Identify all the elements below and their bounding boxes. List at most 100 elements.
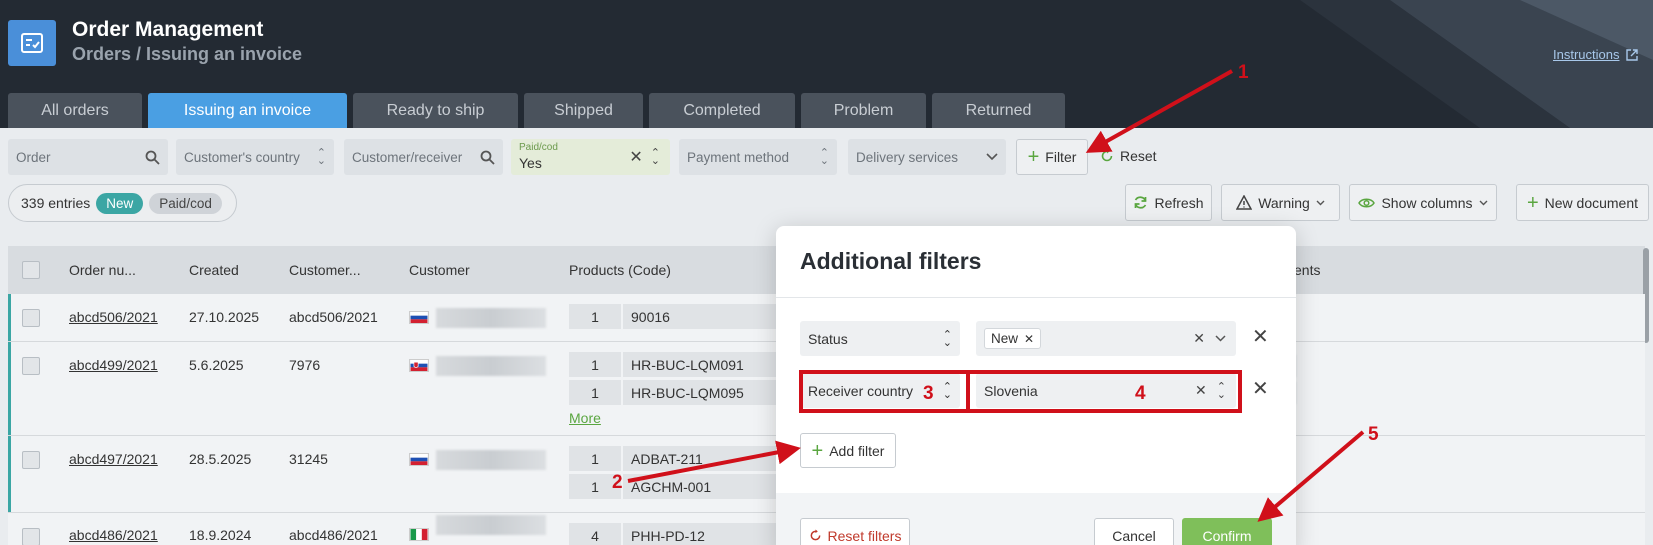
customer-number: 7976 — [289, 357, 321, 373]
redacted-customer — [436, 450, 546, 470]
cancel-button[interactable]: Cancel — [1094, 518, 1174, 545]
annotation-number-1: 1 — [1238, 62, 1249, 83]
plus-icon: + — [811, 439, 824, 462]
redacted-customer — [436, 515, 546, 535]
created-date: 27.10.2025 — [189, 309, 260, 325]
reset-button-label: Reset — [1120, 148, 1157, 164]
tab-shipped[interactable]: Shipped — [524, 93, 643, 128]
chip-paid-cod[interactable]: Paid/cod — [149, 192, 222, 214]
tab-problem[interactable]: Problem — [801, 93, 926, 128]
modal-divider — [776, 297, 1296, 298]
refresh-label: Refresh — [1154, 194, 1204, 211]
slovenia-flag-icon — [409, 453, 429, 466]
product-quantity: 1 — [569, 446, 621, 471]
row-checkbox[interactable] — [22, 357, 40, 375]
reset-filters-label: Reset filters — [827, 527, 902, 544]
tab-returned[interactable]: Returned — [932, 93, 1065, 128]
highlight-receiver-country-row — [799, 370, 1242, 413]
annotation-number-4: 4 — [1135, 383, 1146, 404]
remove-tag-icon[interactable]: ✕ — [1024, 332, 1034, 346]
created-date: 5.6.2025 — [189, 357, 244, 373]
status-field-label: Status — [808, 330, 848, 347]
row-checkbox[interactable] — [22, 309, 40, 327]
order-number-link[interactable]: abcd499/2021 — [69, 357, 158, 373]
value-tag-new: New ✕ — [984, 328, 1042, 349]
highlight-divider — [966, 370, 970, 413]
paid-cod-select[interactable]: Paid/cod Yes ✕ ⌃ ⌄ — [511, 139, 670, 175]
filter-button-label: Filter — [1045, 149, 1077, 165]
product-quantity: 4 — [569, 523, 621, 545]
payment-method-label: Payment method — [687, 149, 790, 165]
column-comments[interactable]: ents — [1294, 262, 1320, 278]
instructions-label: Instructions — [1553, 47, 1620, 62]
chevron-down-icon — [1479, 200, 1488, 205]
remove-filter-row-icon[interactable]: ✕ — [1252, 376, 1269, 401]
row-checkbox[interactable] — [22, 451, 40, 469]
more-products-link[interactable]: More — [569, 410, 601, 426]
payment-method-select[interactable]: Payment method ⌃ ⌄ — [679, 139, 837, 175]
reset-button[interactable]: Reset — [1100, 148, 1157, 164]
updown-icon: ⌃ ⌄ — [316, 147, 326, 167]
updown-icon: ⌃ ⌄ — [650, 147, 660, 167]
reset-icon — [1101, 149, 1113, 162]
show-columns-dropdown[interactable]: Show columns — [1349, 184, 1497, 221]
modal-footer: Reset filters Cancel Confirm — [776, 493, 1296, 545]
refresh-button[interactable]: Refresh — [1125, 184, 1212, 221]
status-field-select[interactable]: Status ⌃ ⌄ — [800, 321, 960, 356]
clear-icon[interactable]: ✕ — [1193, 330, 1205, 347]
instructions-link[interactable]: Instructions — [1553, 47, 1639, 62]
customer-receiver-placeholder: Customer/receiver — [352, 149, 463, 165]
annotation-number-5: 5 — [1368, 424, 1379, 445]
remove-filter-row-icon[interactable]: ✕ — [1252, 324, 1269, 349]
chip-new[interactable]: New — [96, 192, 144, 214]
order-number-link[interactable]: abcd506/2021 — [69, 309, 158, 325]
chevron-down-icon — [986, 153, 998, 161]
warning-icon — [1236, 195, 1253, 210]
tab-ready-to-ship[interactable]: Ready to ship — [353, 93, 518, 128]
column-customer-number[interactable]: Customer... — [289, 262, 361, 278]
order-number-link[interactable]: abcd486/2021 — [69, 527, 158, 543]
customer-number: 31245 — [289, 451, 328, 467]
row-checkbox[interactable] — [22, 528, 40, 545]
entries-count: 339 entries — [21, 195, 91, 211]
select-all-checkbox[interactable] — [22, 261, 40, 279]
warning-dropdown[interactable]: Warning — [1221, 184, 1340, 221]
new-document-button[interactable]: + New document — [1516, 184, 1649, 221]
confirm-button[interactable]: Confirm — [1182, 518, 1272, 545]
customer-number: abcd506/2021 — [289, 309, 378, 325]
tab-all-orders[interactable]: All orders — [8, 93, 142, 128]
clear-icon[interactable]: ✕ — [629, 147, 642, 167]
value-tag-label: New — [991, 331, 1019, 346]
status-value-select[interactable]: New ✕ ✕ — [976, 321, 1236, 356]
tab-issuing-an-invoice[interactable]: Issuing an invoice — [148, 93, 347, 128]
product-quantity: 1 — [569, 380, 621, 405]
annotation-number-3: 3 — [923, 383, 934, 404]
product-quantity: 1 — [569, 304, 621, 329]
delivery-services-select[interactable]: Delivery services — [848, 139, 1006, 175]
warning-label: Warning — [1258, 194, 1310, 211]
column-products[interactable]: Products (Code) — [569, 262, 671, 278]
filter-button[interactable]: + Filter — [1016, 139, 1088, 175]
app-title: Order Management — [72, 18, 264, 41]
entries-summary: 339 entries New Paid/cod — [8, 184, 237, 222]
customer-receiver-input[interactable]: Customer/receiver — [344, 139, 503, 175]
delivery-services-label: Delivery services — [856, 149, 959, 165]
tab-completed[interactable]: Completed — [649, 93, 795, 128]
add-filter-button[interactable]: + Add filter — [800, 433, 896, 468]
slovenia-flag-icon — [409, 311, 429, 324]
column-created[interactable]: Created — [189, 262, 239, 278]
header-decoration — [1300, 0, 1653, 128]
annotation-number-2: 2 — [612, 472, 623, 493]
row-status-bar — [8, 436, 11, 512]
order-search-input[interactable]: Order — [8, 139, 168, 175]
reset-filters-button[interactable]: Reset filters — [800, 518, 910, 545]
italy-flag-icon — [409, 528, 429, 541]
customer-country-select[interactable]: Customer's country ⌃ ⌄ — [176, 139, 334, 175]
customer-country-label: Customer's country — [184, 149, 300, 165]
column-order-number[interactable]: Order nu... — [69, 262, 136, 278]
order-number-link[interactable]: abcd497/2021 — [69, 451, 158, 467]
plus-icon: + — [1027, 146, 1040, 168]
chevron-down-icon — [1316, 200, 1325, 205]
updown-icon: ⌃ ⌄ — [819, 147, 829, 167]
column-customer[interactable]: Customer — [409, 262, 470, 278]
